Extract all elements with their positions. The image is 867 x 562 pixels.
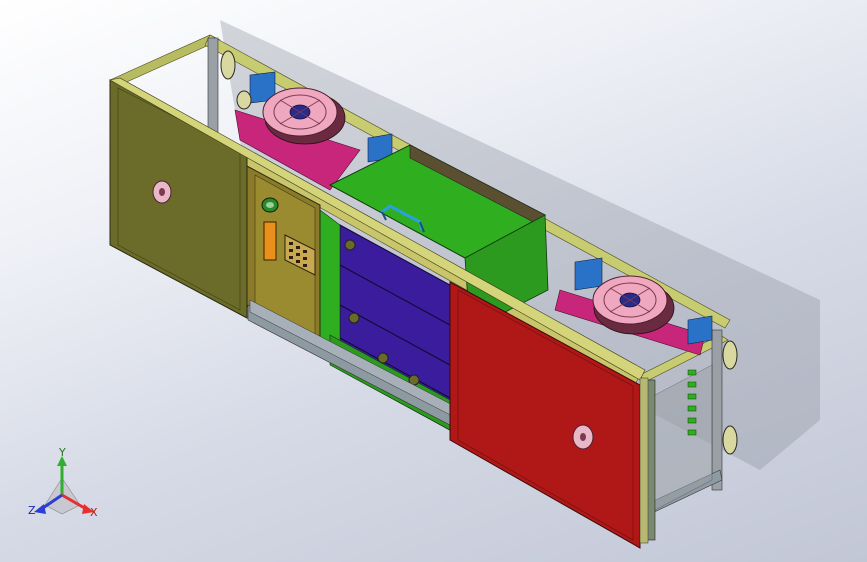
flange-icon[interactable] xyxy=(572,424,594,450)
triad-x-label: X xyxy=(90,506,98,519)
triad-y-label: Y xyxy=(58,446,66,459)
view-triad[interactable]: Y X Z xyxy=(28,446,98,519)
status-light-icon xyxy=(261,197,279,213)
right-frame xyxy=(644,364,713,541)
graphics-viewport[interactable]: Y X Z xyxy=(0,0,867,562)
cad-model[interactable]: Y X Z xyxy=(0,0,867,562)
front-right-post xyxy=(639,377,649,544)
triad-z-label: Z xyxy=(28,504,36,517)
display-window xyxy=(263,221,277,261)
flange-icon[interactable] xyxy=(152,180,172,204)
